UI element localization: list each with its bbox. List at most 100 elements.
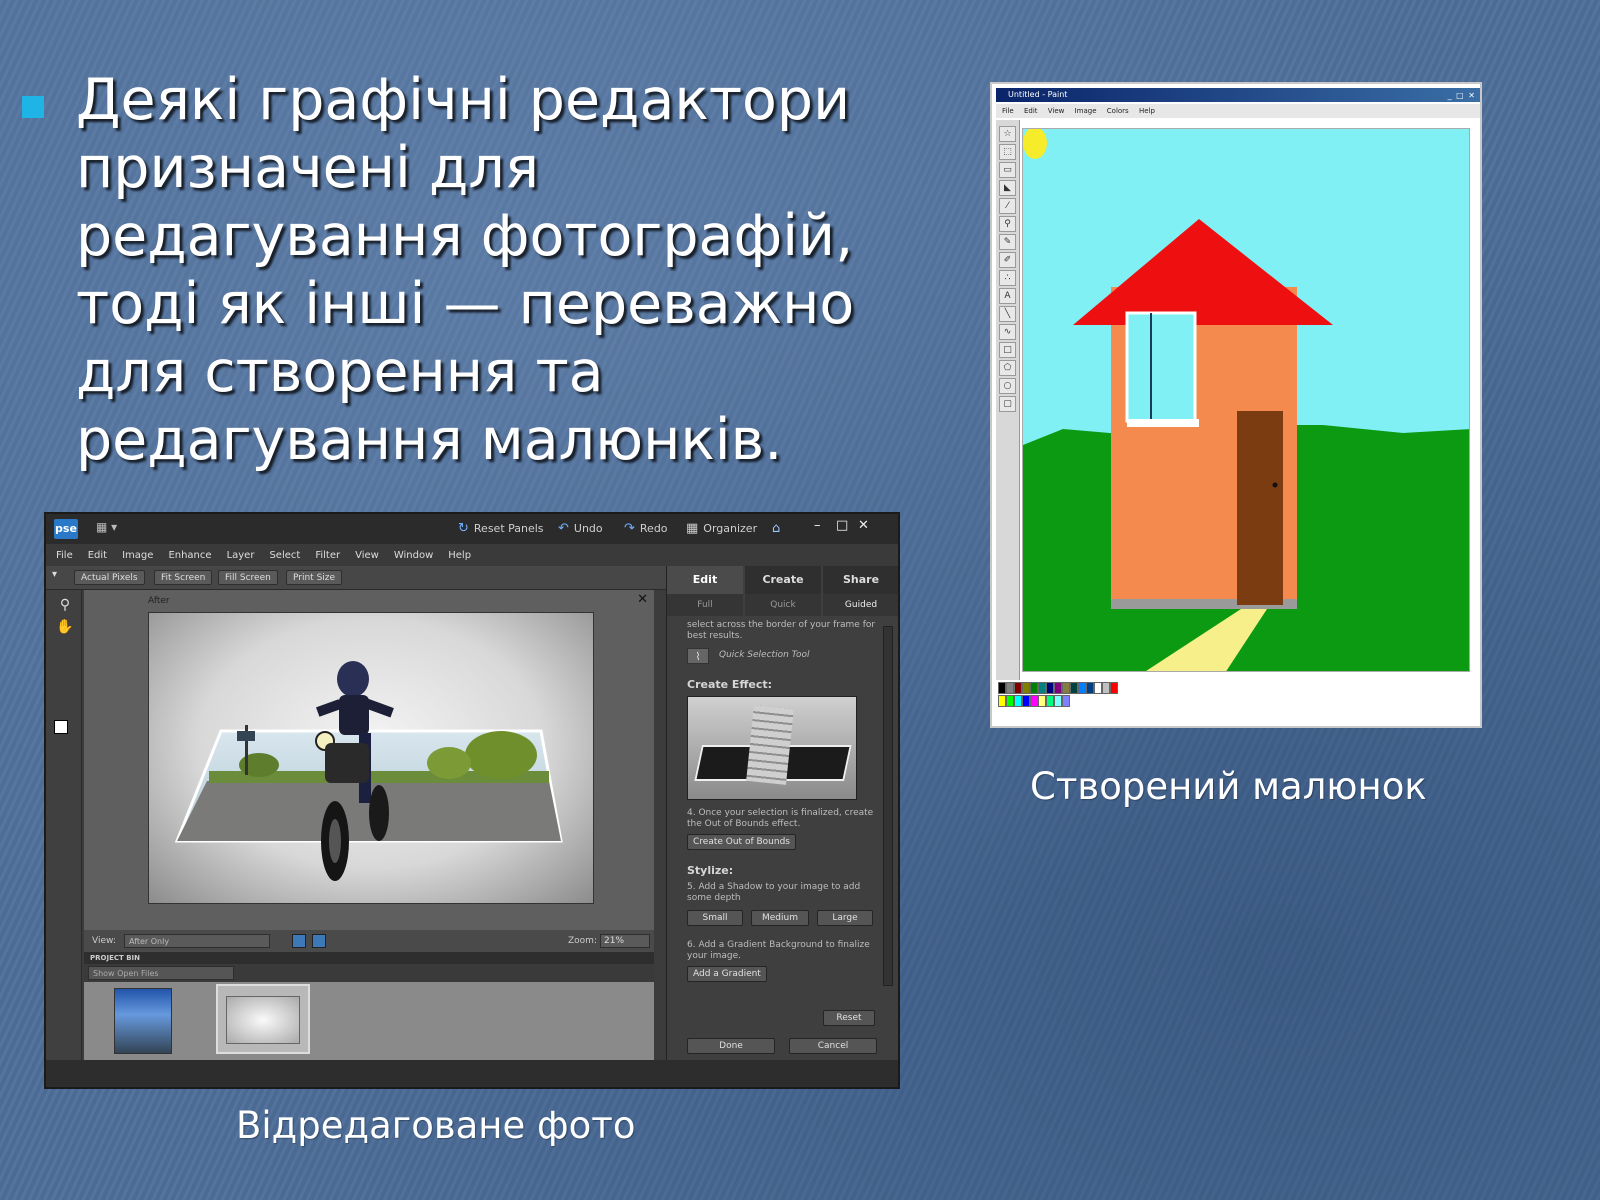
menu-window[interactable]: Window (394, 550, 433, 561)
thumbnail-motorcycle-photo[interactable] (216, 984, 310, 1054)
edited-photo-canvas[interactable] (148, 612, 594, 904)
subtab-quick[interactable]: Quick (745, 594, 821, 616)
text-tool-icon[interactable]: A (999, 288, 1016, 304)
rectangle-icon[interactable]: □ (999, 342, 1016, 358)
menu-file[interactable]: File (56, 550, 73, 561)
palette-color[interactable] (1078, 682, 1086, 694)
fit-screen-button[interactable]: Fit Screen (154, 570, 213, 585)
document-close-icon[interactable]: ✕ (637, 592, 648, 607)
menu-enhance[interactable]: Enhance (168, 550, 211, 561)
palette-color[interactable] (1038, 682, 1046, 694)
zoom-tool-icon[interactable]: ⚲ (56, 596, 74, 614)
subtab-full[interactable]: Full (667, 594, 743, 616)
free-select-icon[interactable]: ☆ (999, 126, 1016, 142)
palette-color[interactable] (1070, 682, 1078, 694)
rect-select-icon[interactable]: ⬚ (999, 144, 1016, 160)
done-button[interactable]: Done (687, 1038, 775, 1054)
thumbnail-tower-photo[interactable] (114, 988, 172, 1054)
paint-window-buttons[interactable]: _ □ ✕ (1448, 89, 1476, 103)
palette-color[interactable] (1062, 682, 1070, 694)
cancel-button[interactable]: Cancel (789, 1038, 877, 1054)
fill-screen-button[interactable]: Fill Screen (218, 570, 278, 585)
redo-button[interactable]: ↷ Redo (624, 521, 668, 536)
add-gradient-button[interactable]: Add a Gradient (687, 966, 767, 982)
palette-color[interactable] (1054, 695, 1062, 707)
paint-menu-help[interactable]: Help (1139, 107, 1155, 115)
zoom-field[interactable]: 21% (600, 934, 650, 948)
palette-color[interactable] (1006, 682, 1014, 694)
home-button[interactable]: ⌂ (772, 521, 780, 536)
hand-tool-icon[interactable]: ✋ (56, 618, 74, 636)
paint-menu-colors[interactable]: Colors (1107, 107, 1129, 115)
palette-color[interactable] (998, 682, 1006, 694)
undo-button[interactable]: ↶ Undo (558, 521, 603, 536)
polygon-icon[interactable]: ⬠ (999, 360, 1016, 376)
actual-pixels-button[interactable]: Actual Pixels (74, 570, 145, 585)
eraser-icon[interactable]: ▭ (999, 162, 1016, 178)
ellipse-icon[interactable]: ○ (999, 378, 1016, 394)
reset-panels-button[interactable]: ↻ Reset Panels (458, 521, 544, 536)
create-out-of-bounds-button[interactable]: Create Out of Bounds (687, 834, 796, 850)
palette-color[interactable] (1030, 682, 1038, 694)
palette-color[interactable] (1102, 682, 1110, 694)
palette-color[interactable] (1022, 682, 1030, 694)
minimize-icon[interactable]: – (814, 518, 821, 533)
shadow-large-button[interactable]: Large (817, 910, 873, 926)
palette-color[interactable] (1110, 682, 1118, 694)
menu-help[interactable]: Help (448, 550, 471, 561)
tab-edit[interactable]: Edit (667, 566, 743, 594)
menu-layer[interactable]: Layer (227, 550, 255, 561)
side-by-side-icon[interactable] (312, 934, 326, 948)
palette-color[interactable] (1006, 695, 1014, 707)
menu-select[interactable]: Select (269, 550, 300, 561)
subtab-guided[interactable]: Guided (823, 594, 898, 616)
close-icon[interactable]: ✕ (858, 518, 869, 533)
palette-color[interactable] (1046, 695, 1054, 707)
palette-color[interactable] (1030, 695, 1038, 707)
paint-menu-edit[interactable]: Edit (1024, 107, 1038, 115)
brush-icon[interactable]: ✐ (999, 252, 1016, 268)
magnifier-icon[interactable]: ⚲ (999, 216, 1016, 232)
menu-view[interactable]: View (355, 550, 379, 561)
tab-share[interactable]: Share (823, 566, 898, 594)
palette-color[interactable] (1094, 682, 1102, 694)
paint-canvas[interactable] (1022, 128, 1470, 672)
pencil-icon[interactable]: ✎ (999, 234, 1016, 250)
palette-color[interactable] (1022, 695, 1030, 707)
view-select[interactable]: After Only (124, 934, 270, 948)
paint-menu-file[interactable]: File (1002, 107, 1014, 115)
rounded-rect-icon[interactable]: ▢ (999, 396, 1016, 412)
palette-color[interactable] (1014, 695, 1022, 707)
palette-color[interactable] (1054, 682, 1062, 694)
before-after-icon[interactable] (292, 934, 306, 948)
picker-icon[interactable]: ⁄ (999, 198, 1016, 214)
paint-menu-view[interactable]: View (1048, 107, 1065, 115)
curve-icon[interactable]: ∿ (999, 324, 1016, 340)
shadow-small-button[interactable]: Small (687, 910, 743, 926)
print-size-button[interactable]: Print Size (286, 570, 343, 585)
layout-grid-icon[interactable]: ▦ ▾ (96, 520, 124, 538)
maximize-icon[interactable]: □ (836, 518, 848, 533)
palette-color[interactable] (1046, 682, 1054, 694)
bin-filter-select[interactable]: Show Open Files (88, 966, 234, 980)
options-dropdown-icon[interactable]: ▾ (52, 569, 57, 580)
palette-color[interactable] (1086, 682, 1094, 694)
foreground-color-swatch[interactable] (54, 720, 68, 734)
tab-create[interactable]: Create (745, 566, 821, 594)
organizer-button[interactable]: ▦ Organizer (686, 521, 757, 536)
menu-edit[interactable]: Edit (88, 550, 107, 561)
menu-filter[interactable]: Filter (315, 550, 340, 561)
shadow-medium-button[interactable]: Medium (751, 910, 809, 926)
palette-color[interactable] (1062, 695, 1070, 707)
paint-menu-image[interactable]: Image (1075, 107, 1097, 115)
fill-icon[interactable]: ◣ (999, 180, 1016, 196)
reset-button[interactable]: Reset (823, 1010, 875, 1026)
airbrush-icon[interactable]: ∴ (999, 270, 1016, 286)
menu-image[interactable]: Image (122, 550, 153, 561)
line-icon[interactable]: ╲ (999, 306, 1016, 322)
quick-selection-icon[interactable]: ⌇ (687, 648, 709, 664)
palette-color[interactable] (1014, 682, 1022, 694)
paint-color-palette[interactable] (998, 682, 1118, 708)
panel-scrollbar[interactable] (883, 626, 893, 986)
palette-color[interactable] (1038, 695, 1046, 707)
